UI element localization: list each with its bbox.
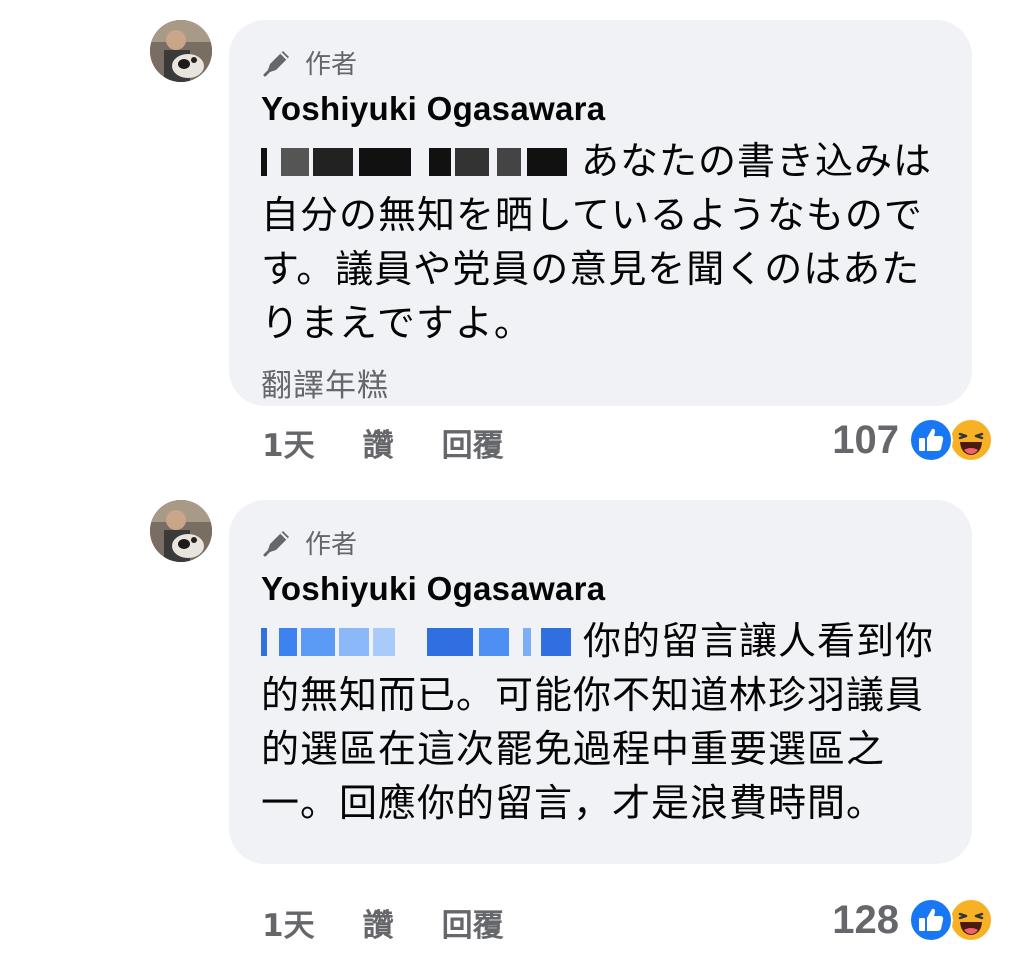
like-button[interactable]: 讚 [363, 900, 394, 945]
reply-button[interactable]: 回覆 [442, 900, 504, 945]
like-button[interactable]: 讚 [363, 420, 394, 465]
timestamp[interactable]: 1天 [262, 900, 315, 945]
avatar-image [150, 20, 212, 82]
haha-icon [949, 898, 993, 942]
reaction-count: 128 [832, 897, 899, 942]
like-icon [909, 898, 953, 942]
redacted-mention[interactable] [261, 146, 571, 178]
author-name[interactable]: Yoshiyuki Ogasawara [261, 566, 942, 612]
comment-bubble: 作者 Yoshiyuki Ogasawara 你的留言讓人看到你的無知而已。可能… [229, 500, 972, 864]
reaction-count: 107 [832, 417, 899, 462]
reaction-summary[interactable]: 128 [832, 895, 993, 945]
see-translation-link[interactable]: 翻譯年糕 [261, 360, 942, 405]
redacted-mention[interactable] [261, 626, 573, 658]
comment-actions: 1天 讚 回覆 [262, 420, 552, 464]
author-badge: 作者 [261, 522, 942, 562]
pen-icon [263, 531, 289, 557]
comment: 作者 Yoshiyuki Ogasawara あなたの書き込みは自分の無知を晒し… [0, 0, 1011, 480]
comment-bubble: 作者 Yoshiyuki Ogasawara あなたの書き込みは自分の無知を晒し… [229, 20, 972, 406]
author-name[interactable]: Yoshiyuki Ogasawara [261, 86, 942, 132]
pen-icon [263, 51, 289, 77]
badge-label: 作者 [305, 49, 358, 80]
timestamp[interactable]: 1天 [262, 420, 315, 465]
reply-button[interactable]: 回覆 [442, 420, 504, 465]
avatar[interactable] [150, 20, 212, 82]
avatar[interactable] [150, 500, 212, 562]
comment: 作者 Yoshiyuki Ogasawara 你的留言讓人看到你的無知而已。可能… [0, 480, 1011, 960]
comment-text: あなたの書き込みは自分の無知を晒しているようなものです。議員や党員の意見を聞くの… [261, 139, 933, 345]
comment-actions: 1天 讚 回覆 [262, 900, 552, 944]
author-badge: 作者 [261, 42, 942, 82]
reaction-summary[interactable]: 107 [832, 415, 993, 465]
badge-label: 作者 [305, 529, 358, 560]
like-icon [909, 418, 953, 462]
comment-text: 你的留言讓人看到你的無知而已。可能你不知道林珍羽議員的選區在這次罷免過程中重要選… [261, 619, 935, 825]
haha-icon [949, 418, 993, 462]
avatar-image [150, 500, 212, 562]
